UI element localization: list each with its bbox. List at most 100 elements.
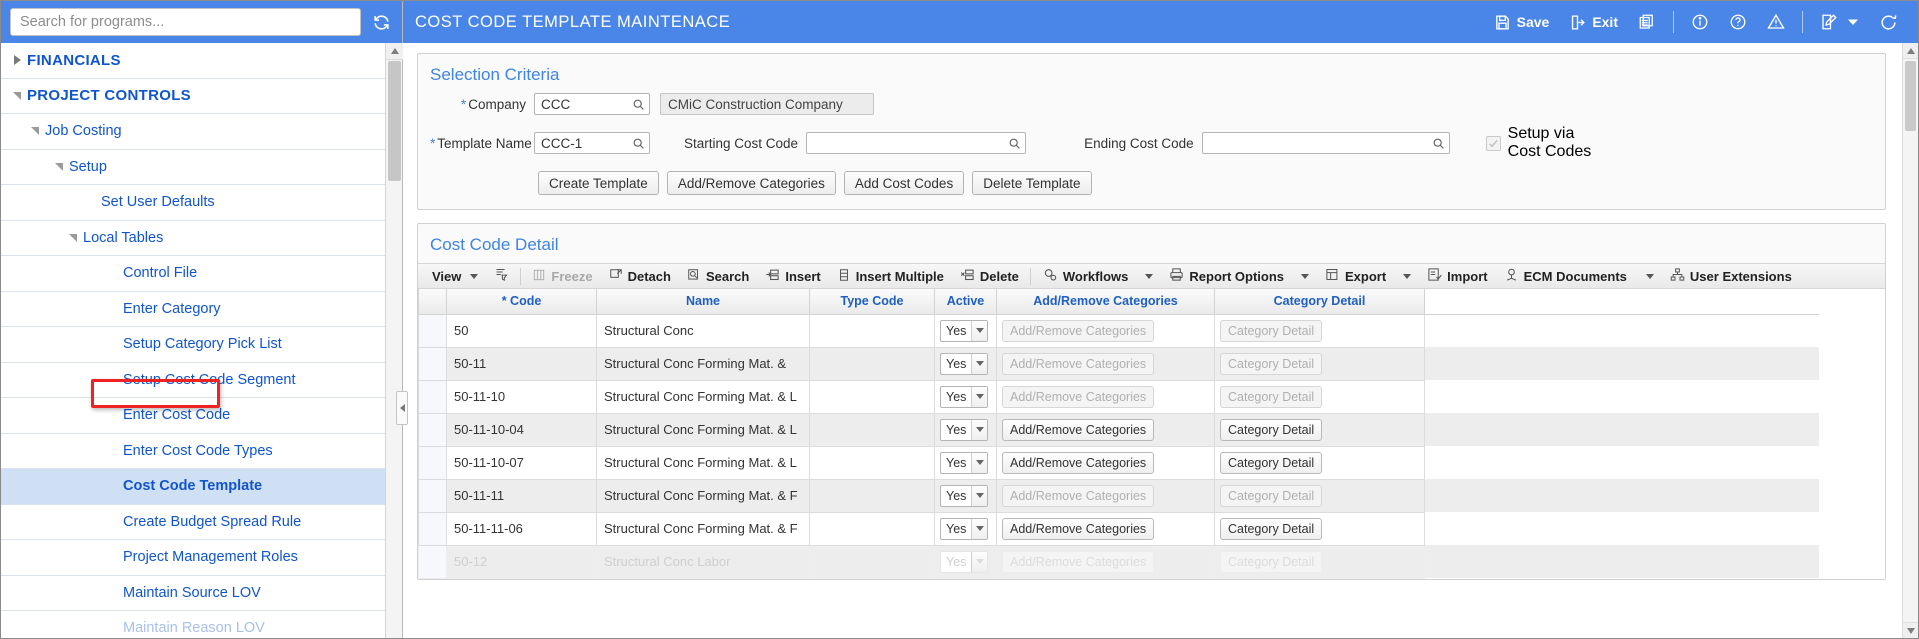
cell-active[interactable]: Yes [934,412,997,447]
workflows-menu[interactable]: Workflows [1034,264,1162,288]
cell-active[interactable]: Yes [934,478,997,513]
cell-type-code[interactable] [809,313,935,348]
sidebar-item-set-user-defaults[interactable]: Set User Defaults [1,185,402,221]
row-selector[interactable] [418,313,447,348]
detach-button[interactable]: Detach [601,264,679,288]
sidebar-item-job-costing[interactable]: Job Costing [1,114,402,150]
add-remove-categories-button[interactable]: Add/Remove Categories [666,171,836,195]
row-selector[interactable] [418,511,447,546]
cell-code[interactable]: 50-11-11-06 [446,511,597,546]
table-row[interactable]: 50-11-11 Structural Conc Forming Mat. & … [418,478,1819,513]
create-template-button[interactable]: Create Template [538,171,659,195]
cell-active[interactable]: Yes [934,511,997,546]
add-remove-categories-button[interactable]: Add/Remove Categories [1002,451,1155,474]
export-menu[interactable]: Export [1317,264,1419,288]
insert-button[interactable]: Insert [757,264,828,288]
view-menu[interactable]: View [424,264,486,288]
info-button[interactable] [1681,9,1719,35]
import-button[interactable]: Import [1419,264,1495,288]
reload-button[interactable] [1869,9,1908,36]
sidebar-item-setup-category-pick-list[interactable]: Setup Category Pick List [1,327,402,363]
scroll-up-button[interactable] [1903,43,1918,59]
table-row[interactable]: 50-11-11-06 Structural Conc Forming Mat.… [418,511,1819,546]
cell-name[interactable]: Structural Conc Forming Mat. & L [596,445,810,480]
cell-type-code[interactable] [809,346,935,381]
row-selector[interactable] [418,412,447,447]
add-remove-categories-button[interactable]: Add/Remove Categories [1002,418,1155,441]
cell-type-code[interactable] [809,379,935,414]
cell-code[interactable]: 50-11-10-07 [446,445,597,480]
active-select[interactable]: Yes [940,451,988,474]
sidebar-item-create-budget-spread-rule[interactable]: Create Budget Spread Rule [1,505,402,540]
row-selector[interactable] [418,445,447,480]
search-button[interactable]: Search [679,264,757,288]
search-icon[interactable] [1432,137,1445,150]
warning-button[interactable] [1757,9,1795,35]
cell-code[interactable]: 50 [446,313,597,348]
setup-via-cost-codes-field[interactable]: Setup via Cost Codes [1485,125,1591,161]
table-row[interactable]: 50-11 Structural Conc Forming Mat. & Yes [418,346,1819,381]
sidebar-item-control-file[interactable]: Control File [1,256,402,292]
content-scrollbar[interactable] [1902,43,1918,638]
active-select[interactable]: Yes [940,352,988,375]
cell-type-code[interactable] [809,544,935,579]
cell-active[interactable]: Yes [934,445,997,480]
cell-code[interactable]: 50-12 [446,544,597,579]
category-detail-button[interactable]: Category Detail [1220,418,1323,441]
cell-type-code[interactable] [809,478,935,513]
active-select[interactable]: Yes [940,484,988,507]
cell-code[interactable]: 50-11-10-04 [446,412,597,447]
table-row[interactable]: 50 Structural Conc Yes Add/Remove Catego… [418,313,1819,348]
cell-name[interactable]: Structural Conc [596,313,810,348]
add-cost-codes-button[interactable]: Add Cost Codes [843,171,965,195]
col-active[interactable]: Active [934,289,997,315]
row-selector[interactable] [418,346,447,381]
cell-type-code[interactable] [809,511,935,546]
row-selector[interactable] [418,478,447,513]
sidebar-item-enter-cost-code-types[interactable]: Enter Cost Code Types [1,434,402,469]
cell-code[interactable]: 50-11-10 [446,379,597,414]
table-row[interactable]: 50-11-10-07 Structural Conc Forming Mat.… [418,445,1819,480]
scroll-up-button[interactable] [386,43,403,60]
active-select[interactable]: Yes [940,517,988,540]
sidebar-item-project-management-roles[interactable]: Project Management Roles [1,540,402,576]
ecm-documents-menu[interactable]: ECM Documents [1496,264,1662,288]
exit-button[interactable]: Exit [1559,10,1628,35]
scrollbar-thumb[interactable] [388,61,401,181]
copy-button[interactable] [1628,9,1666,35]
cell-active[interactable]: Yes [934,346,997,381]
scroll-down-button[interactable] [1903,622,1918,638]
delete-template-button[interactable]: Delete Template [972,171,1092,195]
cell-type-code[interactable] [809,445,935,480]
category-detail-button[interactable]: Category Detail [1220,517,1323,540]
col-type-code[interactable]: Type Code [809,289,935,315]
starting-cost-code-input[interactable] [806,132,1027,154]
category-detail-button[interactable]: Category Detail [1220,451,1323,474]
cell-active[interactable]: Yes [934,379,997,414]
cell-name[interactable]: Structural Conc Forming Mat. & L [596,379,810,414]
table-row[interactable]: 50-12 Structural Conc Labor Yes Add/Remo… [418,544,1819,579]
row-selector[interactable] [418,544,447,579]
query-filter-button[interactable] [486,264,517,288]
cell-active[interactable]: Yes [934,313,997,348]
sidebar-item-local-tables[interactable]: Local Tables [1,221,402,256]
cell-name[interactable]: Structural Conc Labor [596,544,810,579]
cell-code[interactable]: 50-11 [446,346,597,381]
sidebar-splitter-handle[interactable] [396,391,408,425]
insert-multiple-button[interactable]: Insert Multiple [829,264,952,288]
report-options-menu[interactable]: Report Options [1161,264,1317,288]
add-remove-categories-button[interactable]: Add/Remove Categories [1002,517,1155,540]
cell-code[interactable]: 50-11-11 [446,478,597,513]
save-button[interactable]: Save [1484,10,1560,35]
help-button[interactable] [1719,9,1757,35]
active-select[interactable]: Yes [940,418,988,441]
ending-cost-code-input[interactable] [1201,132,1450,154]
refresh-icon[interactable] [368,9,394,35]
row-selector[interactable] [418,379,447,414]
user-extensions-button[interactable]: User Extensions [1662,264,1800,288]
active-select[interactable]: Yes [940,550,988,573]
sidebar-item-enter-category[interactable]: Enter Category [1,292,402,327]
sidebar-item-project-controls[interactable]: PROJECT CONTROLS [1,79,402,114]
col-category-detail[interactable]: Category Detail [1214,289,1425,315]
table-row[interactable]: 50-11-10 Structural Conc Forming Mat. & … [418,379,1819,414]
